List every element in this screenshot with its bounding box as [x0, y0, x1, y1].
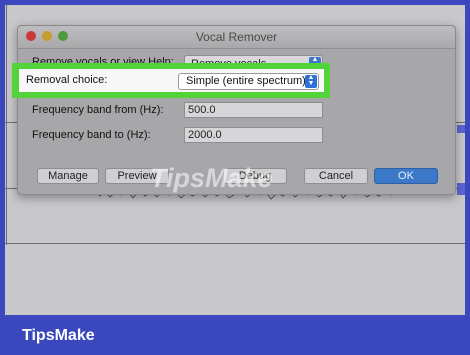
scrollbar-marker [457, 125, 465, 133]
dialog-titlebar: Vocal Remover [18, 26, 455, 49]
removal-choice-select[interactable]: Simple (entire spectrum) ▲ ▼ [178, 73, 319, 90]
freq-from-label: Frequency band from (Hz): [32, 104, 164, 116]
freq-to-value: 2000.0 [188, 129, 222, 141]
removal-choice-label: Removal choice: [26, 74, 108, 86]
freq-from-value: 500.0 [188, 104, 216, 116]
watermark-text: TipsMake [150, 163, 273, 193]
ok-button[interactable]: OK [374, 168, 438, 184]
scrollbar-marker [457, 183, 465, 195]
removal-choice-value: Simple (entire spectrum) [186, 75, 306, 87]
freq-to-label: Frequency band to (Hz): [32, 129, 151, 141]
dialog-title: Vocal Remover [195, 30, 278, 44]
manage-button[interactable]: Manage [37, 168, 99, 184]
brand-logo: TipsMake [22, 327, 95, 344]
freq-from-field[interactable]: 500.0 [184, 102, 323, 118]
app-screen: Vocal Remover Remove vocals or view Help… [5, 5, 465, 315]
cancel-button[interactable]: Cancel [304, 168, 368, 184]
track-edge [6, 5, 7, 245]
track-divider [5, 243, 465, 244]
chevron-updown-icon: ▲▼ [305, 74, 317, 88]
freq-to-field[interactable]: 2000.0 [184, 127, 323, 143]
